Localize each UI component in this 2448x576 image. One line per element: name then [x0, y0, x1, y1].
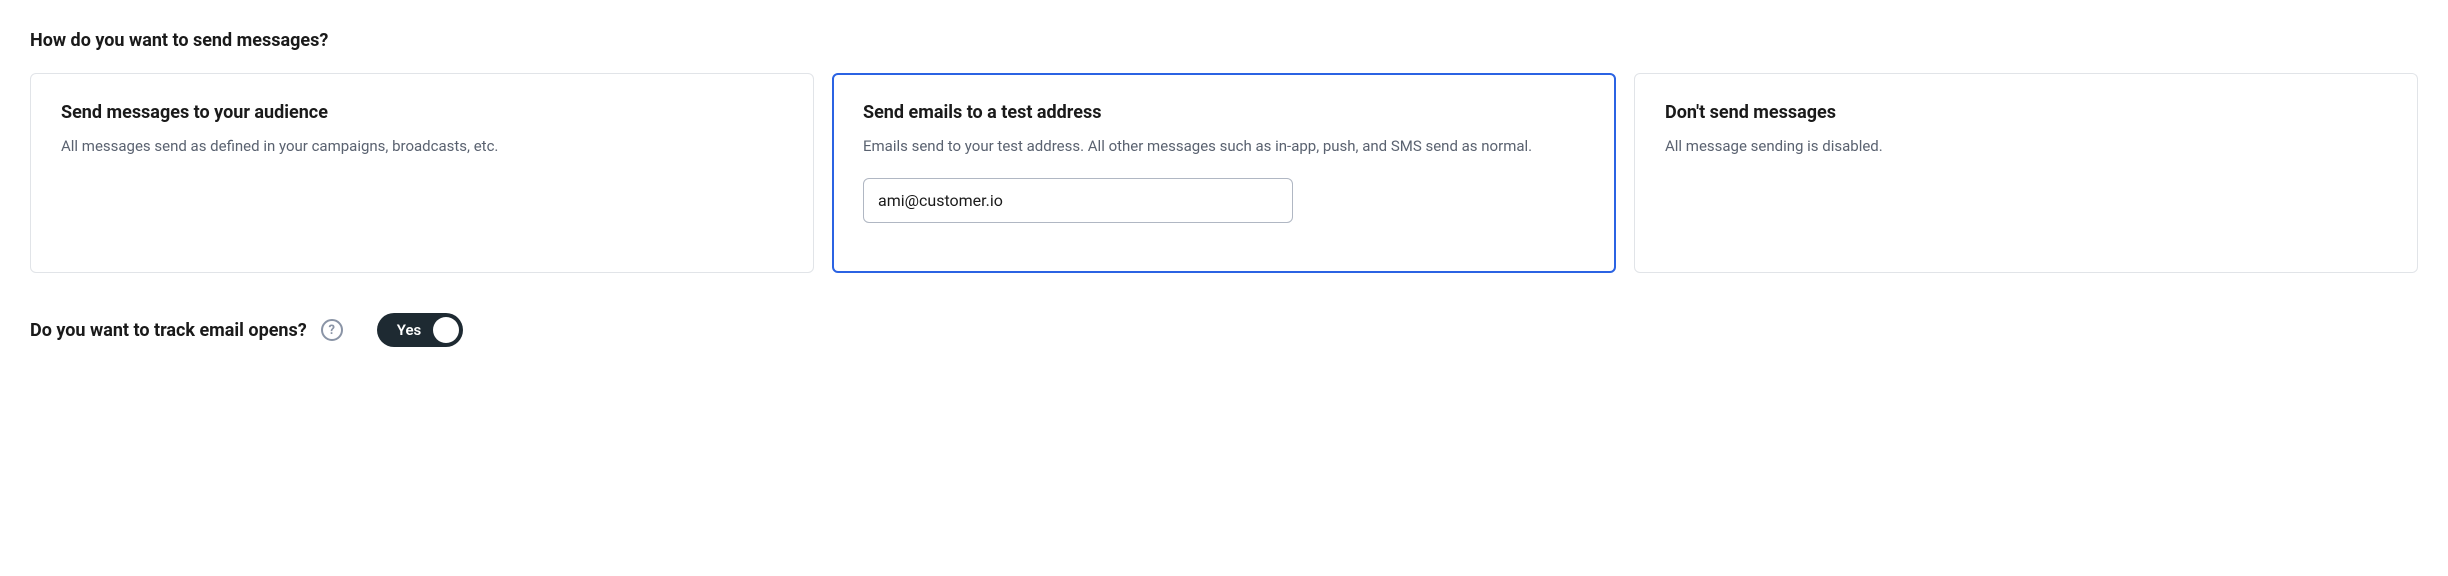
- section-heading: How do you want to send messages?: [30, 30, 2418, 51]
- track-opens-row: Do you want to track email opens? ? Yes: [30, 313, 2418, 347]
- track-opens-toggle[interactable]: Yes: [377, 313, 463, 347]
- card-title: Send emails to a test address: [863, 102, 1585, 123]
- card-title: Don't send messages: [1665, 102, 2387, 123]
- toggle-knob: [433, 317, 459, 343]
- option-send-test-address[interactable]: Send emails to a test address Emails sen…: [832, 73, 1616, 273]
- toggle-label: Yes: [397, 321, 422, 339]
- card-title: Send messages to your audience: [61, 102, 783, 123]
- option-send-audience[interactable]: Send messages to your audience All messa…: [30, 73, 814, 273]
- test-email-input[interactable]: [863, 178, 1293, 223]
- option-dont-send[interactable]: Don't send messages All message sending …: [1634, 73, 2418, 273]
- card-description: Emails send to your test address. All ot…: [863, 135, 1585, 158]
- track-opens-label: Do you want to track email opens?: [30, 320, 307, 341]
- card-description: All message sending is disabled.: [1665, 135, 2387, 158]
- card-description: All messages send as defined in your cam…: [61, 135, 783, 158]
- send-options-row: Send messages to your audience All messa…: [30, 73, 2418, 273]
- help-icon[interactable]: ?: [321, 319, 343, 341]
